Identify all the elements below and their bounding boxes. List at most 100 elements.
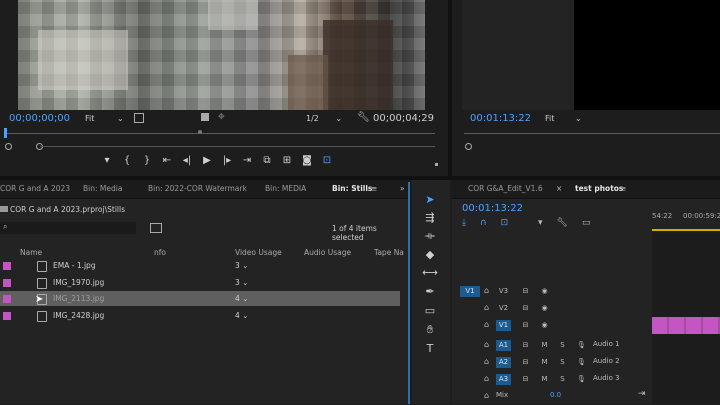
- microphone-icon[interactable]: 🎙︎: [574, 374, 589, 385]
- video-usage[interactable]: 3 ⌄: [235, 278, 248, 287]
- lock-icon[interactable]: ⌂: [484, 286, 489, 295]
- zoom-bar[interactable]: [40, 146, 435, 147]
- eye-icon[interactable]: ◉: [537, 320, 552, 331]
- lock-icon[interactable]: ⌂: [484, 391, 489, 400]
- overwrite-icon[interactable]: ⊞: [277, 155, 297, 166]
- panel-menu-icon[interactable]: ≡: [371, 184, 377, 193]
- work-area-bar[interactable]: [652, 229, 720, 231]
- sync-lock-icon[interactable]: ⊟: [518, 286, 533, 297]
- tab-bin-media[interactable]: Bin: Media: [83, 184, 122, 193]
- program-timecode[interactable]: 00:01:13:22: [470, 113, 531, 124]
- eye-icon[interactable]: ◉: [537, 303, 552, 314]
- camera-icon[interactable]: ◙: [297, 155, 317, 166]
- source-resolution-dropdown[interactable]: 1/2 ⌄: [306, 114, 342, 123]
- tab-sequence-edit[interactable]: COR G&A_Edit_V1.6: [468, 184, 543, 193]
- tab-bin-media-2[interactable]: Bin: MEDIA: [265, 184, 306, 193]
- go-to-out-icon[interactable]: ⇥: [237, 155, 257, 166]
- timeline-tool-icons[interactable]: ⤓∩⊡: [462, 218, 522, 228]
- microphone-icon[interactable]: 🎙︎: [574, 357, 589, 368]
- list-item-selected[interactable]: IMG_2113.jpg 4 ⌄ ➤: [0, 291, 400, 306]
- column-info[interactable]: nfo: [154, 248, 166, 257]
- track-label-a2[interactable]: A2: [496, 357, 511, 368]
- ripple-edit-tool-icon[interactable]: ⟛: [420, 229, 440, 245]
- tab-sequence-test-photos[interactable]: test photos: [575, 184, 623, 193]
- timeline-clips-v1[interactable]: [652, 317, 720, 334]
- mix-volume-value[interactable]: 0.0: [550, 391, 561, 399]
- hand-tool-icon[interactable]: ✋︎: [420, 323, 440, 339]
- program-fit-dropdown[interactable]: Fit ⌄: [545, 114, 582, 123]
- list-item[interactable]: EMA - 1.jpg 3 ⌄: [0, 258, 400, 273]
- mark-out-icon[interactable]: }: [137, 155, 157, 166]
- list-item[interactable]: IMG_1970.jpg 3 ⌄: [0, 275, 400, 290]
- lock-icon[interactable]: ⌂: [484, 357, 489, 366]
- program-zoom-handle[interactable]: [465, 143, 472, 150]
- solo-button[interactable]: S: [555, 340, 570, 351]
- sync-lock-icon[interactable]: ⊟: [518, 303, 533, 314]
- lock-icon[interactable]: ⌂: [484, 320, 489, 329]
- video-usage[interactable]: 4 ⌄: [235, 294, 248, 303]
- search-input[interactable]: ⌕: [0, 222, 136, 234]
- mark-in-icon[interactable]: {: [117, 155, 137, 166]
- source-playhead[interactable]: [4, 128, 7, 138]
- more-icon[interactable]: [435, 163, 438, 166]
- zoom-handle-left[interactable]: [5, 143, 12, 150]
- source-timecode[interactable]: 00;00;00;00: [9, 113, 70, 124]
- step-back-icon[interactable]: ◂|: [177, 155, 197, 166]
- slip-tool-icon[interactable]: ⟷: [420, 266, 440, 282]
- video-usage[interactable]: 3 ⌄: [235, 261, 248, 270]
- source-fit-dropdown[interactable]: Fit ⌄: [85, 114, 124, 123]
- expand-panels-icon[interactable]: »: [400, 184, 405, 193]
- lock-icon[interactable]: ⌂: [484, 303, 489, 312]
- track-label-a3[interactable]: A3: [496, 374, 511, 385]
- move-icon[interactable]: ✥: [218, 112, 225, 121]
- mute-button[interactable]: M: [537, 357, 552, 368]
- button-editor-icon[interactable]: ⊡: [317, 155, 337, 166]
- sync-lock-icon[interactable]: ⊟: [518, 320, 533, 331]
- track-label-v3[interactable]: V3: [496, 286, 511, 297]
- close-icon[interactable]: ×: [556, 184, 562, 193]
- safe-margins-icon[interactable]: [201, 113, 209, 121]
- solo-button[interactable]: S: [555, 357, 570, 368]
- eye-icon[interactable]: ◉: [537, 286, 552, 297]
- marker-icon[interactable]: ▾: [97, 155, 117, 166]
- go-to-in-icon[interactable]: ⇤: [157, 155, 177, 166]
- microphone-icon[interactable]: 🎙︎: [574, 340, 589, 351]
- program-time-ruler[interactable]: [464, 133, 720, 134]
- timeline-settings-icons[interactable]: ▾🔧︎▭: [538, 218, 604, 228]
- lock-icon[interactable]: ⌂: [484, 374, 489, 383]
- track-label-a1[interactable]: A1: [496, 340, 511, 351]
- sequence-timecode[interactable]: 00:01:13:22: [462, 203, 523, 214]
- play-icon[interactable]: ▶: [197, 155, 217, 166]
- go-to-end-icon[interactable]: ⇥: [638, 389, 646, 399]
- column-video-usage[interactable]: Video Usage: [235, 248, 282, 257]
- video-usage[interactable]: 4 ⌄: [235, 311, 248, 320]
- tab-project[interactable]: COR G and A 2023: [0, 184, 70, 193]
- sync-lock-icon[interactable]: ⊟: [518, 340, 533, 351]
- lock-icon[interactable]: ⌂: [484, 340, 489, 349]
- settings-icon[interactable]: [134, 113, 144, 123]
- mute-button[interactable]: M: [537, 340, 552, 351]
- column-name[interactable]: Name: [20, 248, 42, 257]
- rectangle-tool-icon[interactable]: ▭: [420, 304, 440, 320]
- razor-tool-icon[interactable]: ◆: [420, 248, 440, 264]
- sync-lock-icon[interactable]: ⊟: [518, 357, 533, 368]
- column-tape-name[interactable]: Tape Na: [374, 248, 404, 257]
- pen-tool-icon[interactable]: ✒: [420, 285, 440, 301]
- new-bin-icon[interactable]: [150, 223, 162, 233]
- track-select-tool-icon[interactable]: ⇶: [420, 211, 440, 227]
- track-label-v2[interactable]: V2: [496, 303, 511, 314]
- solo-button[interactable]: S: [555, 374, 570, 385]
- insert-icon[interactable]: ⧉: [257, 155, 277, 166]
- tab-bin-watermark[interactable]: Bin: 2022-COR Watermark: [148, 184, 247, 193]
- list-item[interactable]: IMG_2428.jpg 4 ⌄: [0, 308, 400, 323]
- wrench-icon[interactable]: 🔧︎: [357, 112, 370, 123]
- mute-button[interactable]: M: [537, 374, 552, 385]
- selection-tool-icon[interactable]: ➤: [420, 193, 440, 209]
- sync-lock-icon[interactable]: ⊟: [518, 374, 533, 385]
- tab-bin-stills[interactable]: Bin: Stills: [332, 184, 372, 193]
- panel-menu-icon[interactable]: ≡: [620, 184, 626, 193]
- column-audio-usage[interactable]: Audio Usage: [304, 248, 351, 257]
- source-patch-v1[interactable]: V1: [460, 286, 480, 297]
- track-label-v1[interactable]: V1: [496, 320, 511, 331]
- type-tool-icon[interactable]: T: [420, 342, 440, 358]
